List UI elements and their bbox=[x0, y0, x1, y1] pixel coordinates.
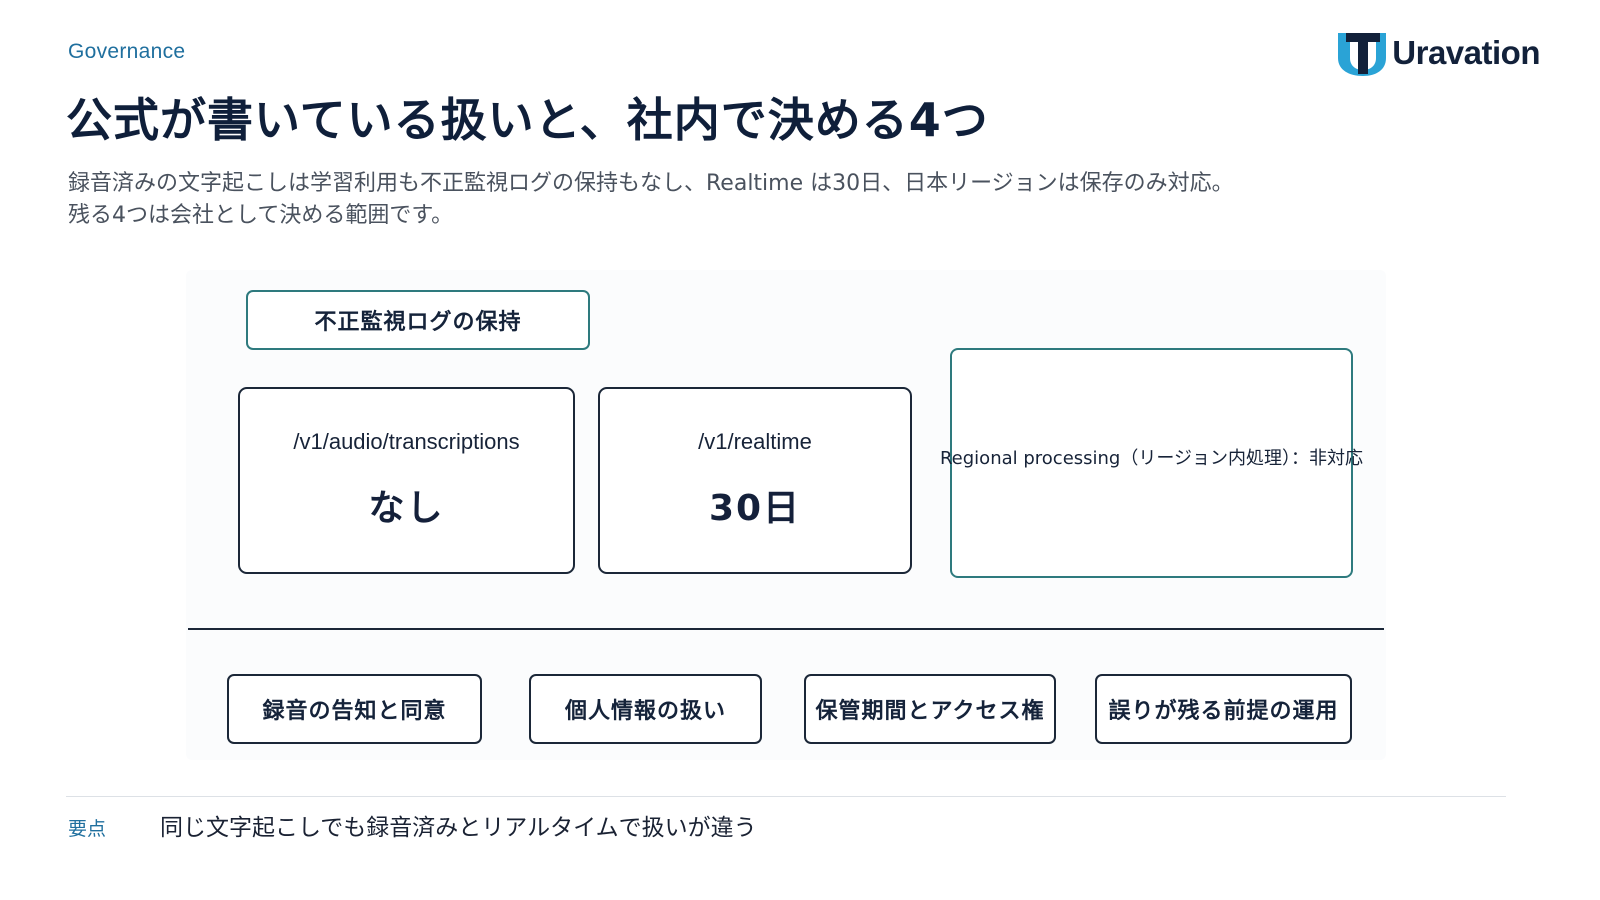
endpoint-retention-value: なし bbox=[368, 488, 445, 529]
brand-logo: Uravation bbox=[1336, 30, 1540, 76]
page-subtitle: 録音済みの文字起こしは学習利用も不正監視ログの保持もなし、Realtime は3… bbox=[68, 168, 1488, 232]
footer-takeaway: 同じ文字起こしでも録音済みとリアルタイムで扱いが違う bbox=[160, 815, 757, 841]
decision-retention-access: 保管期間とアクセス権 bbox=[804, 674, 1056, 744]
footer-divider bbox=[66, 796, 1506, 797]
page-title: 公式が書いている扱いと、社内で決める4つ bbox=[66, 93, 989, 147]
endpoint-retention-value: 30日 bbox=[708, 488, 802, 529]
regional-processing-card: Regional processing（リージョン内処理）：非対応 bbox=[940, 348, 1363, 578]
section-label: Governance bbox=[68, 40, 186, 63]
logo-text: Uravation bbox=[1392, 34, 1540, 71]
retention-label-box: 不正監視ログの保持 bbox=[246, 290, 590, 350]
regional-processing-text: Regional processing（リージョン内処理）：非対応 bbox=[939, 448, 1364, 469]
endpoint-card-realtime: /v1/realtime 30日 bbox=[598, 387, 912, 574]
uravation-logo-icon bbox=[1338, 33, 1387, 76]
decision-consent: 録音の告知と同意 bbox=[227, 674, 482, 744]
section-divider bbox=[188, 628, 1384, 630]
subtitle-line-2: 残る4つは会社として決める範囲です。 bbox=[68, 203, 454, 228]
endpoint-card-transcriptions: /v1/audio/transcriptions なし bbox=[238, 387, 575, 574]
subtitle-line-1: 録音済みの文字起こしは学習利用も不正監視ログの保持もなし、Realtime は3… bbox=[68, 171, 1234, 196]
endpoint-path: /v1/audio/transcriptions bbox=[293, 429, 520, 454]
decision-personal-data: 個人情報の扱い bbox=[529, 674, 762, 744]
decision-error-operations: 誤りが残る前提の運用 bbox=[1095, 674, 1352, 744]
endpoint-path: /v1/realtime bbox=[698, 429, 812, 454]
footer-key-label: 要点 bbox=[68, 818, 107, 840]
